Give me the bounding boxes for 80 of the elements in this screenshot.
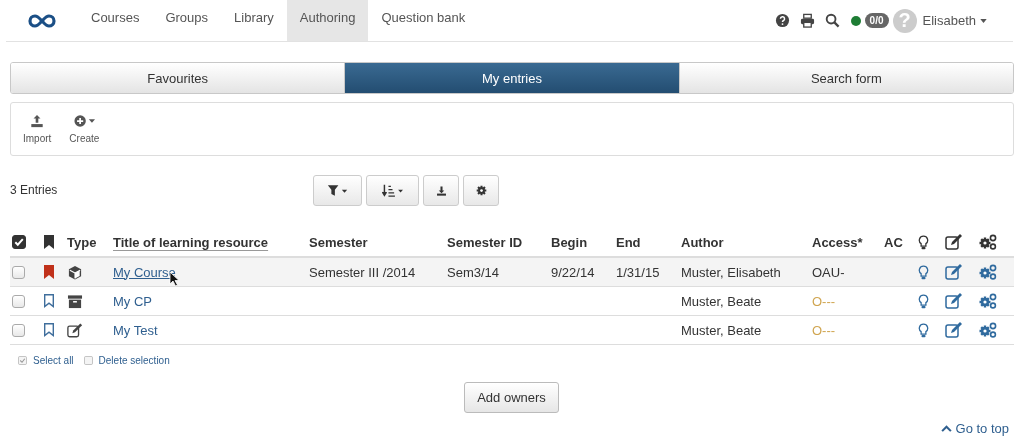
- checkbox-icon: [83, 356, 93, 365]
- user-menu[interactable]: Elisabeth: [922, 13, 987, 28]
- archive-box-icon: [67, 293, 83, 309]
- upload-icon: [30, 114, 45, 128]
- column-header[interactable]: Begin: [549, 234, 614, 250]
- nav-tab[interactable]: Authoring: [286, 0, 369, 41]
- column-header[interactable]: Semester ID: [445, 234, 549, 250]
- chevron-up-icon: [940, 425, 952, 432]
- resource-link[interactable]: My CP: [113, 293, 152, 309]
- entries-count: 3 Entries: [10, 183, 59, 197]
- segment-tab[interactable]: My entries: [345, 63, 680, 93]
- search-icon[interactable]: [824, 13, 840, 28]
- table-cell: Sem3/14: [447, 264, 500, 280]
- toolbar-button[interactable]: Create: [61, 114, 108, 144]
- nav-tab[interactable]: Library: [221, 0, 287, 41]
- gears-icon[interactable]: [979, 293, 997, 309]
- row-checkbox[interactable]: [12, 323, 25, 337]
- settings-icon: [475, 184, 487, 196]
- bookmark-icon[interactable]: [43, 265, 55, 279]
- select-all-link[interactable]: Select all: [33, 355, 74, 366]
- download-icon: [435, 184, 447, 196]
- edit-icon[interactable]: [945, 322, 963, 338]
- edit-icon[interactable]: [945, 293, 963, 309]
- sort-icon: [382, 183, 403, 197]
- infinity-logo[interactable]: [28, 13, 56, 28]
- print-icon[interactable]: [799, 13, 815, 28]
- row-checkbox[interactable]: [12, 294, 25, 308]
- table-cell: Muster, Elisabeth: [681, 264, 781, 280]
- nav-tab[interactable]: Courses: [78, 0, 153, 41]
- column-header[interactable]: Access*: [810, 234, 882, 250]
- column-header[interactable]: Type: [65, 234, 111, 250]
- edit-icon[interactable]: [945, 264, 963, 280]
- go-to-top-link[interactable]: Go to top: [940, 421, 1009, 436]
- column-header[interactable]: Title of learning resource: [111, 234, 307, 250]
- edit-icon: [945, 234, 963, 250]
- count-badge[interactable]: 0/0: [864, 13, 889, 28]
- delete-selection-link[interactable]: Delete selection: [98, 355, 170, 366]
- sort-button[interactable]: [366, 174, 419, 206]
- table-cell: 1/31/15: [616, 264, 660, 280]
- gears-icon: [979, 234, 997, 250]
- bookmark-icon[interactable]: [43, 294, 55, 308]
- access-status: OAU-: [812, 264, 845, 280]
- filter-button[interactable]: [313, 174, 362, 206]
- add-owners-button[interactable]: Add owners: [464, 382, 559, 413]
- table-cell: Muster, Beate: [681, 293, 762, 309]
- column-header[interactable]: AC: [882, 234, 914, 250]
- lightbulb-icon[interactable]: [918, 264, 929, 280]
- toolbar-button[interactable]: Import: [15, 114, 60, 144]
- gears-icon[interactable]: [979, 322, 997, 338]
- access-status: O---: [812, 322, 836, 338]
- cube-icon: [67, 264, 83, 280]
- bookmark-icon[interactable]: [43, 323, 55, 337]
- resource-link[interactable]: My Course: [113, 264, 176, 280]
- lightbulb-icon: [918, 234, 929, 250]
- segment-tab[interactable]: Favourites: [11, 63, 346, 93]
- table-cell: 9/22/14: [551, 264, 595, 280]
- caret-icon: [980, 18, 987, 23]
- column-header[interactable]: Semester: [307, 234, 445, 250]
- lightbulb-icon[interactable]: [918, 322, 929, 338]
- column-header[interactable]: Author: [679, 234, 810, 250]
- nav-tab[interactable]: Question bank: [368, 0, 479, 41]
- plus-circle-icon: [72, 114, 96, 128]
- bookmark-icon: [43, 235, 55, 249]
- edit-icon: [67, 322, 83, 338]
- row-checkbox[interactable]: [12, 265, 25, 279]
- filter-icon: [327, 183, 348, 197]
- checkbox-icon: [18, 356, 27, 365]
- resource-link[interactable]: My Test: [113, 322, 158, 338]
- segment-tab[interactable]: Search form: [679, 63, 1013, 93]
- table-cell: Semester III /2014: [309, 264, 416, 280]
- nav-tab[interactable]: Groups: [152, 0, 222, 41]
- access-status: O---: [812, 293, 836, 309]
- settings-button[interactable]: [463, 174, 499, 206]
- help-icon[interactable]: [774, 13, 790, 28]
- table-cell: Muster, Beate: [681, 322, 762, 338]
- export-button[interactable]: [423, 174, 459, 206]
- lightbulb-icon[interactable]: [918, 293, 929, 309]
- select-all-checkbox[interactable]: [12, 235, 26, 249]
- column-header[interactable]: End: [614, 234, 679, 250]
- gears-icon[interactable]: [979, 264, 997, 280]
